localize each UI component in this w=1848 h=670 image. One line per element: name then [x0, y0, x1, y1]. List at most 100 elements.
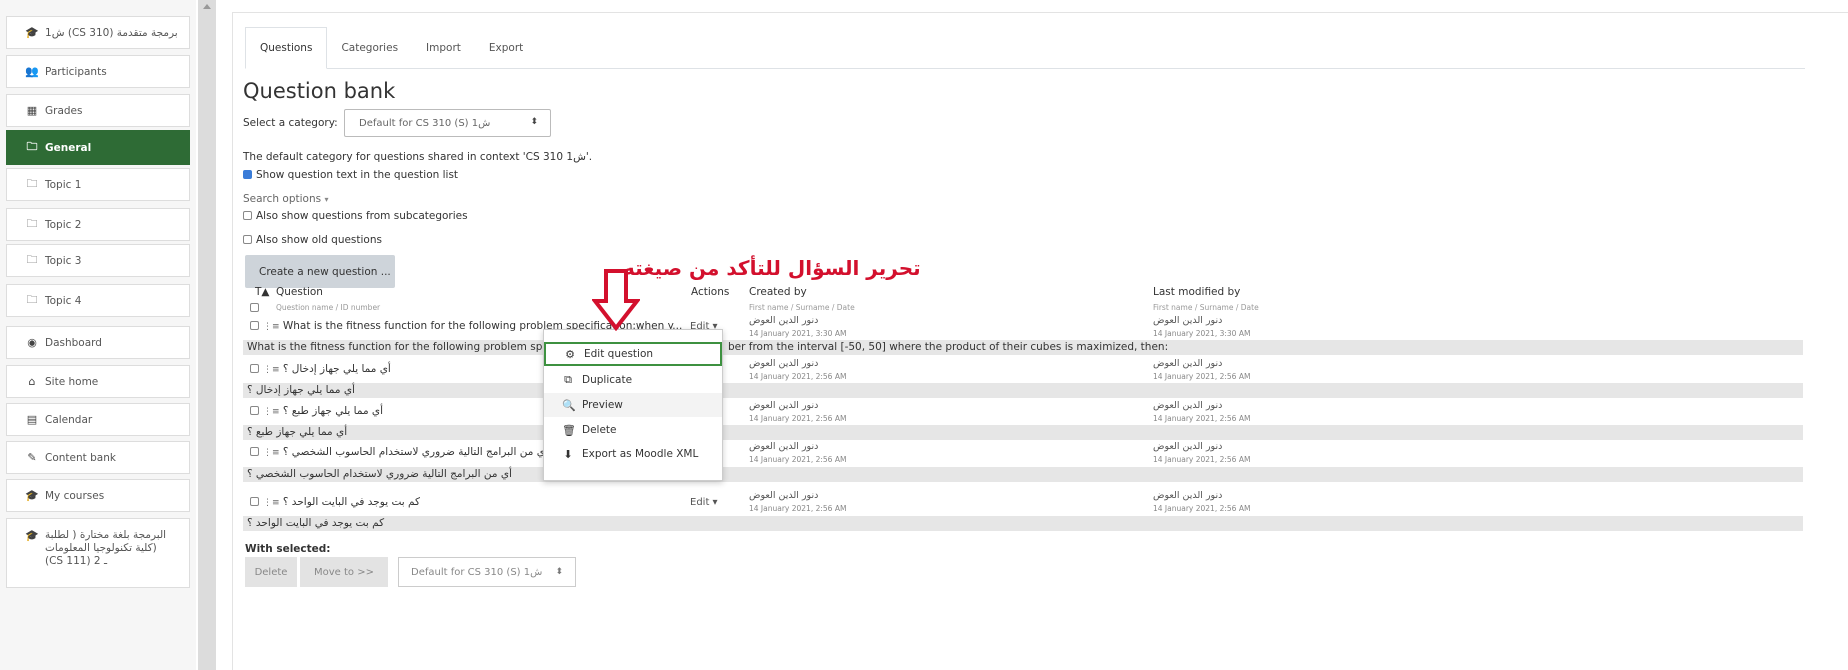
created-by-name: دنور الدين العوض	[749, 400, 819, 411]
column-header-modified[interactable]: Last modified by	[1153, 286, 1240, 298]
sidebar-item-label: Topic 2	[45, 218, 82, 231]
table-row[interactable]: ⋮≡ أي مما يلي جهاز إدخال ؟	[250, 363, 391, 375]
subcategories-checkbox[interactable]	[243, 211, 252, 220]
modified-date: 14 January 2021, 2:56 AM	[1153, 414, 1251, 423]
sidebar-item-calendar[interactable]: ▤ Calendar	[6, 403, 190, 436]
main-content: Questions Categories Import Export Quest…	[232, 12, 1848, 670]
sidebar-item-topic-3[interactable]: 🗀 Topic 3	[6, 244, 190, 277]
column-subheader-modified[interactable]: First name / Surname / Date	[1153, 303, 1259, 312]
show-question-text-label: Show question text in the question list	[256, 169, 459, 181]
modified-date: 14 January 2021, 2:56 AM	[1153, 504, 1251, 513]
question-name: أي مما يلي جهاز إدخال ؟	[282, 363, 391, 375]
menu-item-label: Delete	[582, 424, 617, 436]
category-select[interactable]: Default for CS 310 (S) ش1 ⬍	[344, 109, 551, 137]
row-checkbox[interactable]	[250, 406, 259, 415]
table-row[interactable]: ⋮≡ أي من البرامج التالية ضروري لاستخدام …	[250, 446, 548, 458]
row-checkbox[interactable]	[250, 497, 259, 506]
search-options-toggle[interactable]: Search options ▾	[243, 193, 328, 205]
question-text-row: أي مما يلي جهاز طبع ؟	[243, 425, 1803, 440]
menu-item-label: Preview	[582, 399, 623, 411]
modified-date: 14 January 2021, 2:56 AM	[1153, 455, 1251, 464]
old-questions-label: Also show old questions	[256, 234, 382, 246]
home-icon: ⌂	[28, 375, 36, 388]
chevron-updown-icon: ⬍	[530, 117, 538, 127]
menu-item-export-xml[interactable]: ⬇ Export as Moodle XML	[544, 442, 722, 466]
sidebar-item-label: My courses	[45, 489, 105, 502]
create-question-button[interactable]: Create a new question ...	[245, 255, 395, 288]
created-by-name: دنور الدين العوض	[749, 441, 819, 452]
old-questions-option[interactable]: Also show old questions	[243, 234, 382, 246]
move-to-button[interactable]: Move to >>	[300, 557, 388, 587]
modified-date: 14 January 2021, 2:56 AM	[1153, 372, 1251, 381]
menu-item-delete[interactable]: 🗑 Delete	[544, 418, 722, 442]
show-question-text-option[interactable]: Show question text in the question list	[243, 169, 458, 181]
column-header-question[interactable]: Question	[276, 286, 323, 298]
move-to-category-select[interactable]: Default for CS 310 (S) ش1 ⬍	[398, 557, 576, 587]
question-text-row: أي من البرامج التالية ضروري لاستخدام الح…	[243, 467, 1803, 482]
question-text-row: أي مما يلي جهاز إدخال ؟	[243, 383, 1803, 398]
sidebar-item-dashboard[interactable]: ◉ Dashboard	[6, 326, 190, 359]
sidebar-item-general[interactable]: 🗀 General	[6, 130, 190, 165]
table-row[interactable]: ⋮≡ كم بت يوجد في البايت الواحد ؟	[250, 496, 420, 508]
folder-icon: 🗀	[26, 177, 38, 190]
sidebar-item-course-cs111[interactable]: 🎓 البرمجة بلغة مختارة ( لطلبة كلية تكنول…	[6, 518, 190, 588]
question-type-icon: ⋮≡	[263, 498, 280, 508]
sidebar-item-site-home[interactable]: ⌂ Site home	[6, 365, 190, 398]
row-checkbox[interactable]	[250, 364, 259, 373]
menu-item-preview[interactable]: 🔍 Preview	[544, 393, 722, 417]
default-category-info: The default category for questions share…	[243, 151, 593, 163]
tab-categories[interactable]: Categories	[327, 27, 412, 69]
sidebar-item-course[interactable]: 🎓 ش1 (CS 310) برمجة متقدمة	[6, 16, 190, 49]
tab-import[interactable]: Import	[412, 27, 475, 69]
old-questions-checkbox[interactable]	[243, 235, 252, 244]
table-row[interactable]: ⋮≡ أي مما يلي جهاز طبع ؟	[250, 405, 383, 417]
created-date: 14 January 2021, 2:56 AM	[749, 414, 847, 423]
question-text-row: What is the fitness function for the fol…	[243, 340, 1803, 355]
with-selected-label: With selected:	[245, 543, 331, 555]
menu-item-duplicate[interactable]: ⧉ Duplicate	[544, 368, 722, 392]
sidebar-item-label: Topic 3	[45, 254, 82, 267]
sort-type-icon[interactable]: T▲	[255, 286, 270, 298]
moodle-question-bank-page: 🎓 ش1 (CS 310) برمجة متقدمة 👥 Participant…	[0, 0, 1848, 670]
sidebar-scrollbar[interactable]	[198, 0, 216, 670]
edit-dropdown[interactable]: Edit ▾	[690, 497, 718, 508]
sidebar-item-participants[interactable]: 👥 Participants	[6, 55, 190, 88]
row-checkbox[interactable]	[250, 447, 259, 456]
column-header-created[interactable]: Created by	[749, 286, 807, 298]
question-bank-tabs: Questions Categories Import Export	[245, 27, 1805, 69]
sidebar-item-my-courses[interactable]: 🎓 My courses	[6, 479, 190, 512]
graduation-cap-icon: 🎓	[25, 26, 39, 39]
select-all-checkbox-wrap[interactable]	[250, 301, 263, 314]
scroll-up-arrow-icon[interactable]	[203, 4, 211, 9]
sidebar-item-label: Content bank	[45, 451, 116, 464]
sidebar-item-label: البرمجة بلغة مختارة ( لطلبة كلية تكنولوج…	[45, 529, 167, 567]
column-subheader-created[interactable]: First name / Surname / Date	[749, 303, 855, 312]
modified-by-name: دنور الدين العوض	[1153, 400, 1223, 411]
subcategories-label: Also show questions from subcategories	[256, 210, 468, 222]
dashboard-icon: ◉	[27, 336, 37, 349]
sidebar-item-topic-4[interactable]: 🗀 Topic 4	[6, 284, 190, 317]
column-subheader-question[interactable]: Question name / ID number	[276, 303, 380, 312]
created-by-name: دنور الدين العوض	[749, 358, 819, 369]
subcategories-option[interactable]: Also show questions from subcategories	[243, 210, 468, 222]
calendar-icon: ▤	[26, 413, 38, 426]
sidebar-item-label: Topic 1	[45, 178, 82, 191]
sidebar-item-label: Site home	[45, 375, 99, 388]
folder-icon: 🗀	[26, 293, 38, 306]
question-text: كم بت يوجد في البايت الواحد ؟	[247, 517, 385, 529]
modified-by-name: دنور الدين العوض	[1153, 358, 1223, 369]
menu-item-label: Export as Moodle XML	[582, 448, 699, 460]
row-checkbox[interactable]	[250, 321, 259, 330]
sidebar-item-grades[interactable]: ▦ Grades	[6, 94, 190, 127]
sidebar-item-topic-1[interactable]: 🗀 Topic 1	[6, 168, 190, 201]
tab-export[interactable]: Export	[475, 27, 537, 69]
red-down-arrow-icon	[592, 269, 640, 331]
bulk-delete-button[interactable]: Delete	[245, 557, 297, 587]
created-by-name: دنور الدين العوض	[749, 490, 819, 501]
menu-item-edit-question[interactable]: ⚙ Edit question	[544, 342, 722, 366]
tab-questions[interactable]: Questions	[245, 27, 328, 69]
select-all-checkbox[interactable]	[250, 303, 259, 312]
show-question-text-checkbox[interactable]	[243, 170, 252, 179]
sidebar-item-topic-2[interactable]: 🗀 Topic 2	[6, 208, 190, 241]
sidebar-item-content-bank[interactable]: ✎ Content bank	[6, 441, 190, 474]
